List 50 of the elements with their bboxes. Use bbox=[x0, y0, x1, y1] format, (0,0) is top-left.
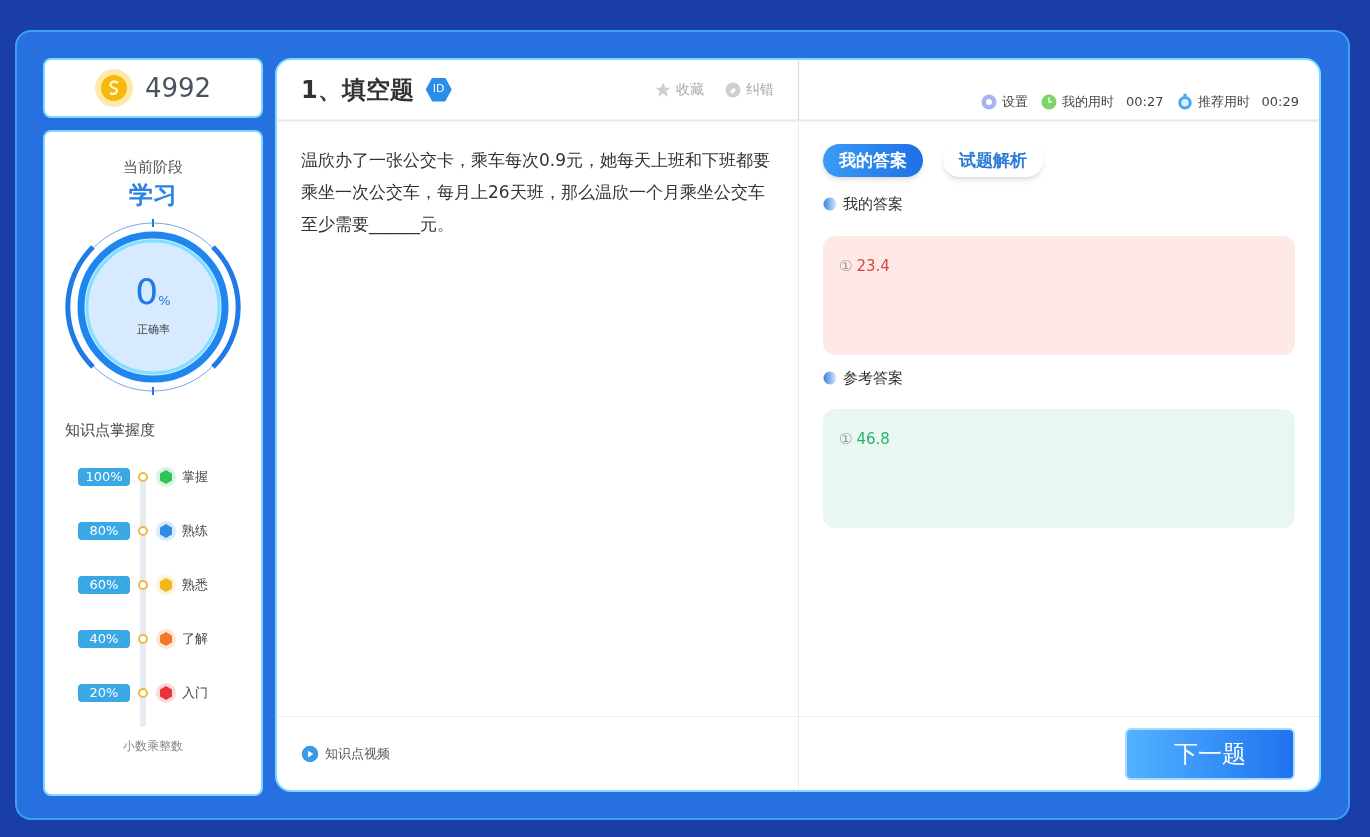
percent-tag: 100% bbox=[78, 468, 130, 486]
id-badge: ID bbox=[425, 77, 452, 102]
clock-icon bbox=[1040, 93, 1059, 111]
cube-icon bbox=[156, 575, 176, 595]
level-name: 熟悉 bbox=[182, 576, 208, 595]
answer-value: 23.4 bbox=[856, 255, 890, 276]
stage-label: 当前阶段 bbox=[123, 157, 183, 178]
play-icon bbox=[301, 744, 319, 763]
coin-count: 4992 bbox=[144, 71, 212, 105]
next-question-button[interactable]: 下一题 bbox=[1125, 727, 1295, 780]
stopwatch-icon bbox=[1175, 93, 1194, 111]
coin-icon bbox=[94, 69, 133, 107]
settings-label[interactable]: 设置 bbox=[1002, 91, 1029, 111]
recommended-time-label: 推荐用时 bbox=[1197, 92, 1250, 111]
my-time-label: 我的用时 bbox=[1062, 92, 1115, 111]
percent-sign: % bbox=[158, 291, 171, 310]
answer-tab[interactable]: 试题解析 bbox=[943, 144, 1043, 177]
cube-icon bbox=[156, 683, 176, 703]
topic-label: 小数乘整数 bbox=[123, 738, 183, 755]
percent-tag: 20% bbox=[78, 684, 130, 702]
answer-heading: 参考答案 bbox=[843, 367, 903, 389]
cube-icon bbox=[156, 521, 176, 541]
question-title: 1、填空题 bbox=[301, 74, 414, 106]
answer-value: 46.8 bbox=[856, 429, 890, 449]
bullet-icon bbox=[823, 197, 837, 212]
accuracy-value: 0 bbox=[135, 274, 159, 311]
answer-heading: 我的答案 bbox=[843, 194, 903, 215]
settings-icon bbox=[980, 93, 999, 111]
percent-tag: 80% bbox=[78, 522, 130, 540]
favorite-button[interactable]: 收藏 bbox=[654, 79, 704, 100]
percent-tag: 40% bbox=[78, 630, 130, 648]
answer-number: ① bbox=[839, 255, 853, 276]
answer-number: ① bbox=[839, 429, 853, 449]
cube-icon bbox=[156, 467, 176, 487]
stage-value: 学习 bbox=[129, 179, 177, 211]
cube-icon bbox=[156, 629, 176, 649]
answer-tab[interactable]: 我的答案 bbox=[823, 144, 923, 177]
recommended-time-value: 00:29 bbox=[1261, 92, 1299, 111]
level-name: 掌握 bbox=[182, 468, 208, 487]
report-error-button[interactable]: 纠错 bbox=[724, 79, 774, 100]
bullet-icon bbox=[823, 370, 837, 385]
video-link[interactable]: 知识点视频 bbox=[301, 743, 390, 764]
level-name: 了解 bbox=[182, 630, 208, 649]
question-text: 温欣办了一张公交卡，乘车每次0.9元，她每天上班和下班都要乘坐一次公交车，每月上26天班，那么温欣一个月乘坐公交车至少需要______元。 bbox=[300, 149, 772, 237]
my-time-value: 00:27 bbox=[1126, 92, 1164, 111]
mastery-title: 知识点掌握度 bbox=[65, 419, 155, 441]
accuracy-label: 正确率 bbox=[136, 322, 170, 339]
level-name: 熟练 bbox=[182, 522, 208, 541]
level-name: 入门 bbox=[182, 684, 208, 703]
percent-tag: 60% bbox=[78, 576, 130, 594]
